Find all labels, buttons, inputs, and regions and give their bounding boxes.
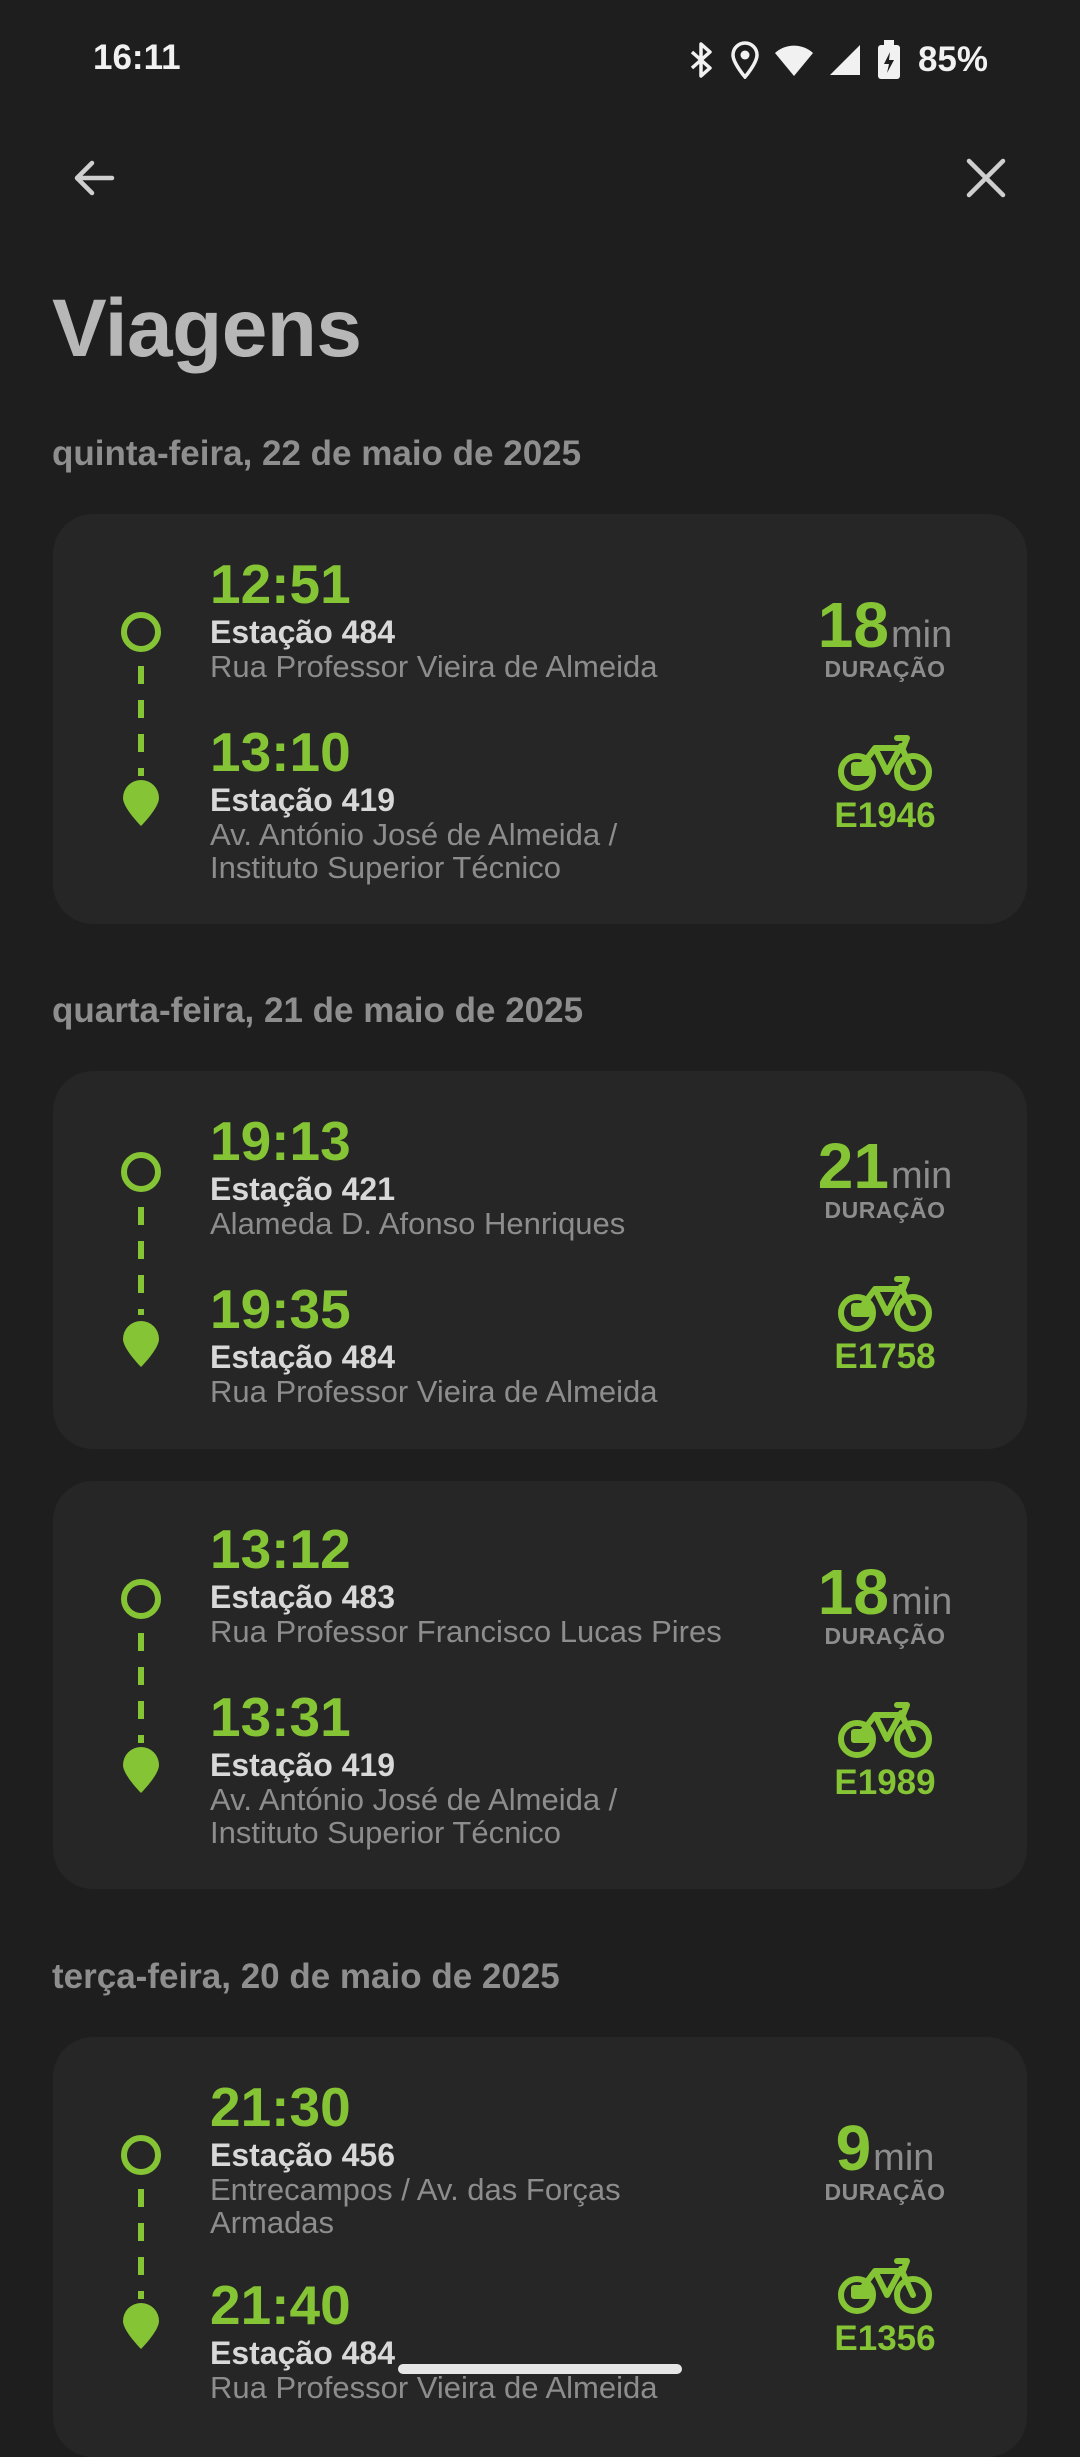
trip-start: 19:13 Estação 421 Alameda D. Afonso Henr… xyxy=(210,1113,810,1240)
end-time: 19:35 xyxy=(210,1278,351,1340)
trip-start: 13:12 Estação 483 Rua Professor Francisc… xyxy=(210,1521,810,1648)
trip-card[interactable]: 12:51 Estação 484 Rua Professor Vieira d… xyxy=(53,514,1027,924)
status-icons: 85% xyxy=(688,38,988,82)
trip-timeline xyxy=(115,1481,167,1889)
bike-id: E1758 xyxy=(834,1337,936,1376)
dashed-route-line xyxy=(138,1207,144,1315)
start-address: Rua Professor Vieira de Almeida xyxy=(210,649,658,684)
home-indicator[interactable] xyxy=(398,2364,682,2374)
bicycle-icon xyxy=(838,1276,932,1332)
duration-value: 9 xyxy=(835,2112,872,2184)
ring-icon xyxy=(121,2135,161,2175)
location-pin-icon xyxy=(123,1321,159,1367)
trip-card[interactable]: 13:12 Estação 483 Rua Professor Francisc… xyxy=(53,1481,1027,1889)
trip-start: 12:51 Estação 484 Rua Professor Vieira d… xyxy=(210,556,810,683)
end-station: Estação 419 xyxy=(210,1747,396,1783)
start-time: 21:30 xyxy=(210,2076,351,2138)
date-header: quarta-feira, 21 de maio de 2025 xyxy=(52,991,584,1030)
duration-unit: min xyxy=(890,1155,953,1197)
bluetooth-icon xyxy=(688,42,716,78)
trip-duration: 18min DURAÇÃO xyxy=(805,588,965,683)
ring-icon xyxy=(121,612,161,652)
trip-timeline xyxy=(115,514,167,924)
dashed-route-line xyxy=(138,666,144,776)
duration-label: DURAÇÃO xyxy=(824,1623,946,1649)
location-pin-icon xyxy=(123,2303,159,2349)
battery-icon xyxy=(876,40,902,80)
end-time: 21:40 xyxy=(210,2274,351,2336)
status-time: 16:11 xyxy=(93,38,181,77)
end-station: Estação 484 xyxy=(210,1339,396,1375)
end-address: Rua Professor Vieira de Almeida xyxy=(210,2370,658,2405)
close-icon xyxy=(966,158,1006,198)
location-pin-icon xyxy=(123,1747,159,1793)
arrow-left-icon xyxy=(74,160,115,196)
trip-duration: 21min DURAÇÃO xyxy=(805,1129,965,1224)
end-time: 13:10 xyxy=(210,721,351,783)
start-station: Estação 421 xyxy=(210,1171,396,1207)
trip-timeline xyxy=(115,2037,167,2400)
duration-label: DURAÇÃO xyxy=(824,2179,946,2205)
end-station: Estação 419 xyxy=(210,782,396,818)
location-icon xyxy=(730,41,760,79)
top-app-bar xyxy=(0,130,1080,220)
start-address: Entrecampos / Av. das Forças Armadas xyxy=(210,2172,621,2240)
end-address: Av. António José de Almeida / Instituto … xyxy=(210,1782,618,1850)
page-title: Viagens xyxy=(52,283,362,374)
start-time: 19:13 xyxy=(210,1110,351,1172)
status-bar: 16:11 85% xyxy=(0,0,1080,120)
start-time: 12:51 xyxy=(210,553,351,615)
trip-bike: E1946 xyxy=(805,734,965,836)
trip-duration: 18min DURAÇÃO xyxy=(805,1555,965,1650)
duration-unit: min xyxy=(890,614,953,656)
date-header: quinta-feira, 22 de maio de 2025 xyxy=(52,434,582,473)
ring-icon xyxy=(121,1152,161,1192)
trip-bike: E1356 xyxy=(805,2257,965,2359)
bike-id: E1356 xyxy=(834,2319,936,2358)
trip-end: 13:10 Estação 419 Av. António José de Al… xyxy=(210,724,810,884)
trip-card[interactable]: 21:30 Estação 456 Entrecampos / Av. das … xyxy=(53,2037,1027,2457)
duration-unit: min xyxy=(890,1581,953,1623)
duration-label: DURAÇÃO xyxy=(824,1197,946,1223)
start-address: Alameda D. Afonso Henriques xyxy=(210,1206,626,1241)
trip-bike: E1989 xyxy=(805,1701,965,1803)
bike-id: E1989 xyxy=(834,1763,936,1802)
duration-value: 18 xyxy=(817,589,889,661)
date-header: terça-feira, 20 de maio de 2025 xyxy=(52,1957,560,1996)
trip-end: 19:35 Estação 484 Rua Professor Vieira d… xyxy=(210,1281,810,1408)
duration-unit: min xyxy=(873,2137,935,2179)
trip-end: 13:31 Estação 419 Av. António José de Al… xyxy=(210,1689,810,1849)
end-time: 13:31 xyxy=(210,1686,351,1748)
trip-duration: 9min DURAÇÃO xyxy=(805,2111,965,2206)
bicycle-icon xyxy=(838,1702,932,1758)
duration-label: DURAÇÃO xyxy=(824,656,946,682)
trip-start: 21:30 Estação 456 Entrecampos / Av. das … xyxy=(210,2079,810,2239)
start-station: Estação 484 xyxy=(210,614,396,650)
bicycle-icon xyxy=(838,735,932,791)
bike-id: E1946 xyxy=(834,796,936,835)
close-button[interactable] xyxy=(950,142,1022,214)
duration-value: 21 xyxy=(817,1130,889,1202)
start-time: 13:12 xyxy=(210,1518,351,1580)
start-station: Estação 456 xyxy=(210,2137,396,2173)
trip-bike: E1758 xyxy=(805,1275,965,1377)
end-address: Av. António José de Almeida / Instituto … xyxy=(210,817,618,885)
trip-timeline xyxy=(115,1071,167,1449)
ring-icon xyxy=(121,1579,161,1619)
wifi-icon xyxy=(774,43,814,77)
start-station: Estação 483 xyxy=(210,1579,396,1615)
bicycle-icon xyxy=(838,2258,932,2314)
dashed-route-line xyxy=(138,1633,144,1743)
trip-card[interactable]: 19:13 Estação 421 Alameda D. Afonso Henr… xyxy=(53,1071,1027,1449)
trip-end: 21:40 Estação 484 Rua Professor Vieira d… xyxy=(210,2277,810,2404)
end-address: Rua Professor Vieira de Almeida xyxy=(210,1374,658,1409)
back-button[interactable] xyxy=(58,142,130,214)
start-address: Rua Professor Francisco Lucas Pires xyxy=(210,1614,722,1649)
dashed-route-line xyxy=(138,2189,144,2299)
location-pin-icon xyxy=(123,780,159,826)
battery-percentage: 85% xyxy=(917,40,988,79)
duration-value: 18 xyxy=(817,1556,889,1628)
signal-icon xyxy=(828,43,862,77)
